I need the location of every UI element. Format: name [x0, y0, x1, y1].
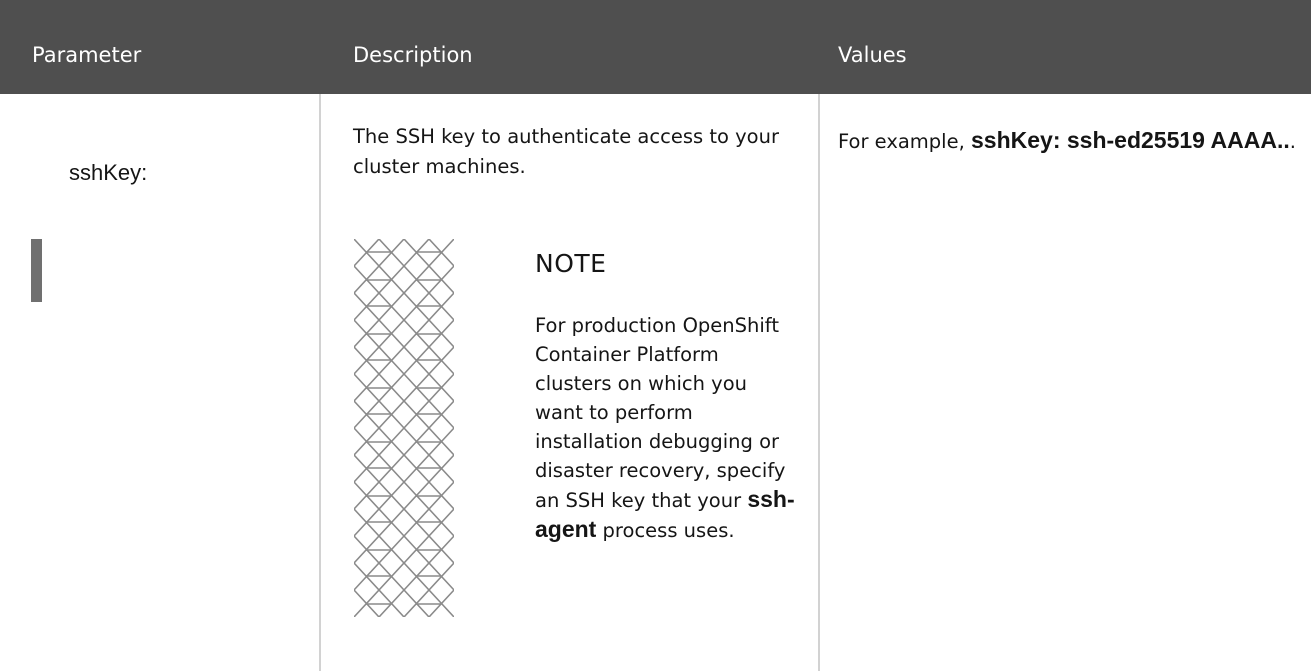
column-divider [818, 94, 820, 671]
parameter-description: The SSH key to authenticate access to yo… [353, 125, 779, 178]
parameter-name: sshKey: [69, 160, 148, 185]
note-pattern-icon [354, 239, 454, 617]
parameter-marker [31, 239, 42, 302]
note-text: For production OpenShift Container Platf… [535, 314, 786, 512]
table-cell-parameter [0, 94, 319, 671]
column-header-values: Values [838, 43, 907, 67]
column-header-description: Description [353, 43, 473, 67]
column-header-parameter: Parameter [32, 43, 142, 67]
note-title: NOTE [535, 249, 607, 278]
parameters-table: Parameter Description Values sshKey: The… [0, 0, 1311, 671]
table-header: Parameter Description Values [0, 0, 1311, 94]
column-divider [319, 94, 321, 671]
values-code: sshKey: ssh-ed25519 AAAA.. [971, 127, 1290, 153]
note-body: For production OpenShift Container Platf… [535, 311, 800, 545]
note-text-end: process uses. [596, 519, 735, 542]
values-suffix: . [1289, 130, 1296, 153]
values-prefix: For example, [838, 130, 971, 153]
parameter-values: For example, sshKey: ssh-ed25519 AAAA... [838, 124, 1298, 158]
